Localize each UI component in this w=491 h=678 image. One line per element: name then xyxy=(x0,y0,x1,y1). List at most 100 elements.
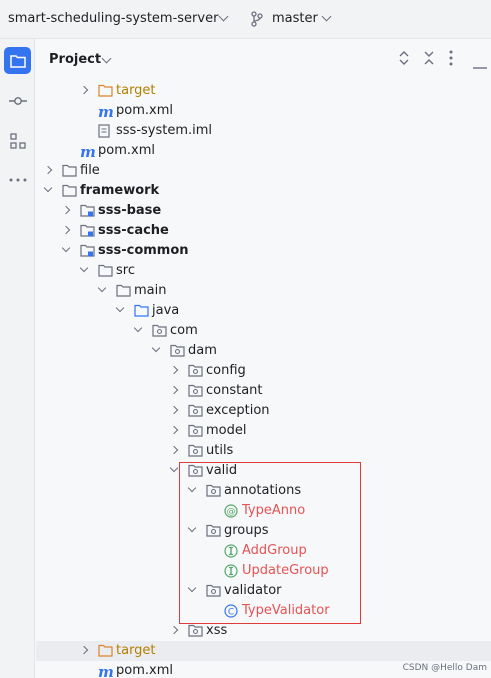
expand-all-icon[interactable] xyxy=(398,51,410,69)
tree-item[interactable]: AddGroup xyxy=(36,541,491,561)
tree-item-label: pom.xml xyxy=(116,103,173,118)
chevron-down-icon[interactable] xyxy=(79,263,89,273)
package-icon xyxy=(188,444,203,458)
tree-item-label: sss-system.iml xyxy=(116,123,213,138)
project-selector[interactable]: smart-scheduling-system-server xyxy=(8,11,218,26)
folder-icon xyxy=(98,264,113,278)
tree-item[interactable]: sss-base xyxy=(36,201,491,221)
chevron-down-icon[interactable] xyxy=(187,523,197,533)
tree-item[interactable]: com xyxy=(36,321,491,341)
chevron-right-icon[interactable] xyxy=(169,365,179,375)
tree-item-label: TypeValidator xyxy=(242,603,330,618)
tree-item-label: utils xyxy=(206,443,234,458)
interface-icon xyxy=(224,564,239,578)
chevron-right-icon[interactable] xyxy=(79,85,89,95)
tree-item-label: sss-common xyxy=(98,243,189,258)
more-icon[interactable] xyxy=(4,166,31,193)
chevron-down-icon[interactable] xyxy=(321,11,332,22)
tree-item-label: annotations xyxy=(224,483,302,498)
tree-item[interactable]: groups xyxy=(36,521,491,541)
chevron-right-icon[interactable] xyxy=(169,425,179,435)
collapse-all-icon[interactable] xyxy=(423,51,435,69)
tree-item[interactable]: target xyxy=(36,641,491,661)
hide-icon[interactable] xyxy=(473,58,487,73)
tree-item-label: constant xyxy=(206,383,263,398)
tree-item[interactable]: java xyxy=(36,301,491,321)
tree-item[interactable]: constant xyxy=(36,381,491,401)
folder-icon xyxy=(62,164,77,178)
project-icon[interactable] xyxy=(4,47,31,74)
tree-item-label: sss-base xyxy=(98,203,162,218)
chevron-right-icon[interactable] xyxy=(169,625,179,635)
chevron-right-icon[interactable] xyxy=(61,225,71,235)
tree-item[interactable]: m pom.xml xyxy=(36,141,491,161)
chevron-down-icon[interactable] xyxy=(169,463,179,473)
interface-icon xyxy=(224,544,239,558)
tree-item[interactable]: framework xyxy=(36,181,491,201)
chevron-right-icon[interactable] xyxy=(169,445,179,455)
package-icon xyxy=(188,404,203,418)
chevron-right-icon[interactable] xyxy=(61,205,71,215)
tree-item[interactable]: @ TypeAnno xyxy=(36,501,491,521)
maven-icon: m xyxy=(98,103,114,121)
chevron-right-icon[interactable] xyxy=(79,645,89,655)
folder-source-icon xyxy=(134,304,149,318)
tree-item[interactable]: file xyxy=(36,161,491,181)
tree-item-label: TypeAnno xyxy=(242,503,306,518)
tree-item[interactable]: sss-common xyxy=(36,241,491,261)
title-bar: smart-scheduling-system-server master xyxy=(0,0,491,39)
chevron-right-icon[interactable] xyxy=(43,165,53,175)
chevron-right-icon[interactable] xyxy=(169,385,179,395)
tree-item-label: target xyxy=(116,83,156,98)
structure-icon[interactable] xyxy=(4,127,31,154)
module-icon xyxy=(80,244,95,258)
chevron-down-icon[interactable] xyxy=(133,323,143,333)
options-icon[interactable] xyxy=(449,50,453,70)
tree-item[interactable]: sss-system.iml xyxy=(36,121,491,141)
tree-item[interactable]: m pom.xml xyxy=(36,101,491,121)
module-icon xyxy=(80,224,95,238)
svg-text:@: @ xyxy=(227,507,236,517)
tree-item[interactable]: validator xyxy=(36,581,491,601)
tree-item[interactable]: valid xyxy=(36,461,491,481)
tree-item-label: xss xyxy=(206,623,228,638)
package-icon xyxy=(188,424,203,438)
chevron-down-icon[interactable] xyxy=(97,283,107,293)
tree-item-label: config xyxy=(206,363,246,378)
folder-icon xyxy=(62,184,77,198)
chevron-down-icon[interactable] xyxy=(101,53,112,64)
tree-item[interactable]: sss-cache xyxy=(36,221,491,241)
chevron-down-icon[interactable] xyxy=(218,11,229,22)
package-icon xyxy=(206,484,221,498)
svg-text:C: C xyxy=(228,607,234,617)
tree-item[interactable]: target xyxy=(36,81,491,101)
tree-item[interactable]: model xyxy=(36,421,491,441)
tree-item[interactable]: xss xyxy=(36,621,491,641)
chevron-down-icon[interactable] xyxy=(43,183,53,193)
tree-item-label: main xyxy=(134,283,167,298)
chevron-down-icon[interactable] xyxy=(187,583,197,593)
tree-item[interactable]: main xyxy=(36,281,491,301)
chevron-down-icon[interactable] xyxy=(61,243,71,253)
tree-item-label: target xyxy=(116,643,156,658)
tree-item[interactable]: UpdateGroup xyxy=(36,561,491,581)
tree-item[interactable]: dam xyxy=(36,341,491,361)
tree-item[interactable]: src xyxy=(36,261,491,281)
commit-icon[interactable] xyxy=(4,87,31,114)
tree-item[interactable]: utils xyxy=(36,441,491,461)
file-icon xyxy=(98,124,113,138)
tree-item[interactable]: config xyxy=(36,361,491,381)
branch-icon[interactable] xyxy=(250,11,264,31)
panel-title[interactable]: Project xyxy=(49,52,101,67)
package-icon xyxy=(206,524,221,538)
tree-item[interactable]: annotations xyxy=(36,481,491,501)
tree-item[interactable]: C TypeValidator xyxy=(36,601,491,621)
tree-item-label: AddGroup xyxy=(242,543,307,558)
branch-selector[interactable]: master xyxy=(272,11,318,26)
chevron-down-icon[interactable] xyxy=(187,483,197,493)
package-icon xyxy=(170,344,185,358)
chevron-down-icon[interactable] xyxy=(115,303,125,313)
chevron-down-icon[interactable] xyxy=(151,343,161,353)
chevron-right-icon[interactable] xyxy=(169,405,179,415)
tree-item[interactable]: exception xyxy=(36,401,491,421)
